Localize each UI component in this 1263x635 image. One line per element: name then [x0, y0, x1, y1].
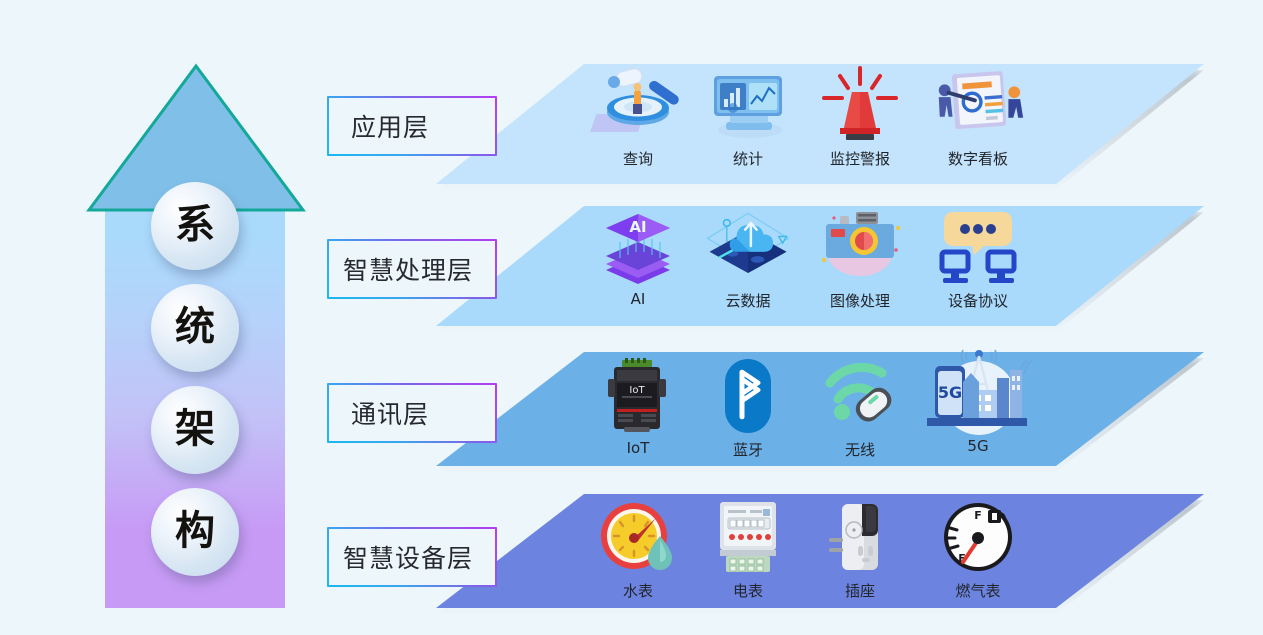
layer-item-device-0[interactable]: 水表 [578, 498, 698, 601]
layer-item-device-2[interactable]: 插座 [800, 498, 920, 601]
arrow-circle-2: 架 [151, 386, 239, 474]
gas-meter-icon: F E [928, 498, 1028, 576]
layer-item-device-1[interactable]: 电表 [688, 498, 808, 601]
layer-label-text-processing: 智慧处理层 [343, 256, 474, 285]
arrow-circle-char-3: 构 [175, 508, 215, 554]
layer-item-caption: IoT [626, 439, 650, 457]
layer-item-caption: 水表 [622, 582, 653, 600]
layer-item-caption: 5G [967, 437, 989, 455]
layer-item-caption: 数字看板 [947, 150, 1008, 168]
electric-meter-icon [698, 498, 798, 576]
layer-item-caption: 无线 [844, 441, 875, 459]
layer-label-processing[interactable]: 智慧处理层 [327, 239, 497, 299]
layer-item-caption: 插座 [844, 582, 875, 600]
layer-item-caption: AI [630, 290, 646, 308]
layer-item-communication-3[interactable]: 5G 5G [918, 348, 1038, 455]
bluetooth-icon [698, 357, 798, 435]
layer-label-text-application: 应用层 [351, 113, 430, 142]
layer-item-processing-2[interactable]: 图像处理 [800, 208, 920, 311]
fiveg-tower-icon: 5G [913, 348, 1043, 436]
wireless-wifi-icon [810, 357, 910, 435]
arrow-circle-0: 系 [151, 182, 239, 270]
layer-item-caption: 统计 [732, 150, 763, 168]
ai-chip-icon: AI [588, 208, 688, 286]
layer-item-communication-2[interactable]: 无线 [800, 357, 920, 460]
layer-item-application-2[interactable]: 监控警报 [800, 66, 920, 169]
system-architecture-arrow: 系 统 架 构 [85, 62, 307, 610]
layer-item-application-1[interactable]: 统计 [688, 66, 808, 169]
svg-text:IoT: IoT [629, 385, 645, 396]
layer-item-caption: 云数据 [725, 292, 771, 310]
arrow-circle-char-1: 统 [175, 304, 215, 350]
layer-item-caption: 设备协议 [947, 292, 1008, 310]
arrow-circle-char-0: 系 [175, 202, 215, 248]
architecture-diagram: 系 统 架 构 应用层 查询 统计 监控警报 数字看板 智慧处理层 AI AI … [0, 0, 1263, 635]
layer-item-communication-1[interactable]: 蓝牙 [688, 357, 808, 460]
layer-item-caption: 监控警报 [829, 150, 890, 168]
smart-socket-icon [810, 498, 910, 576]
layer-item-application-3[interactable]: 数字看板 [918, 66, 1038, 169]
layer-label-device[interactable]: 智慧设备层 [327, 527, 497, 587]
layer-item-processing-1[interactable]: 云数据 [688, 208, 808, 311]
svg-text:AI: AI [629, 218, 646, 236]
layer-item-caption: 蓝牙 [732, 441, 763, 459]
camera-image-icon [810, 208, 910, 286]
layer-label-communication[interactable]: 通讯层 [327, 383, 497, 443]
digital-dashboard-icon [928, 66, 1028, 144]
svg-text:F: F [974, 509, 982, 522]
layer-item-caption: 电表 [732, 582, 763, 600]
layer-label-application[interactable]: 应用层 [327, 96, 497, 156]
alarm-siren-icon [810, 66, 910, 144]
layer-item-device-3[interactable]: F E 燃气表 [918, 498, 1038, 601]
svg-text:5G: 5G [938, 383, 962, 402]
layer-item-processing-3[interactable]: 设备协议 [918, 208, 1038, 311]
layer-item-caption: 图像处理 [829, 292, 890, 310]
device-protocol-icon [928, 208, 1028, 286]
arrow-circle-3: 构 [151, 488, 239, 576]
layer-item-caption: 查询 [622, 150, 653, 168]
layer-item-processing-0[interactable]: AI AI [578, 208, 698, 308]
magnifier-search-icon [588, 66, 688, 144]
layer-label-text-communication: 通讯层 [351, 400, 430, 429]
arrow-circle-char-2: 架 [175, 406, 215, 452]
layer-item-application-0[interactable]: 查询 [578, 66, 698, 169]
layer-item-caption: 燃气表 [955, 582, 1001, 600]
arrow-circle-1: 统 [151, 284, 239, 372]
cloud-data-icon [698, 208, 798, 286]
statistics-chart-icon [698, 66, 798, 144]
layer-label-text-device: 智慧设备层 [343, 544, 474, 573]
layer-item-communication-0[interactable]: IoT IoT [578, 357, 698, 457]
water-meter-icon [588, 498, 688, 576]
iot-gateway-icon: IoT [588, 357, 688, 435]
